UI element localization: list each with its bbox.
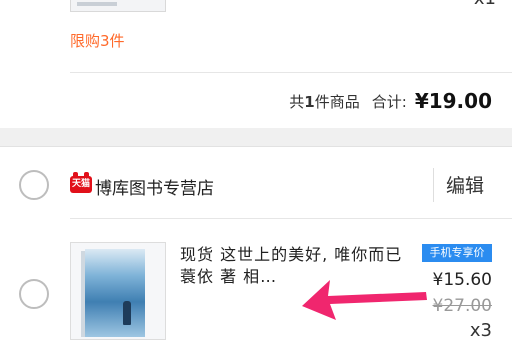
shop-name-link[interactable]: 博库图书专营店 (95, 174, 214, 199)
divider (70, 218, 512, 219)
total-price: ¥19.00 (414, 89, 492, 113)
item-count: 共1件商品 (289, 92, 360, 111)
section-gap (0, 128, 512, 146)
pointer-arrow-icon (302, 280, 427, 320)
divider (0, 146, 512, 147)
divider (70, 72, 512, 73)
purchase-limit-label: 限购3件 (70, 32, 125, 50)
item-select-radio[interactable] (19, 279, 49, 309)
product-image[interactable] (70, 242, 166, 340)
original-price: ¥27.00 (432, 296, 492, 316)
edit-button[interactable]: 编辑 (446, 171, 484, 198)
previous-product-image[interactable] (70, 0, 166, 12)
shop-select-radio[interactable] (19, 170, 49, 200)
mobile-exclusive-badge: 手机专享价 (422, 244, 492, 262)
product-quantity: x3 (469, 320, 492, 341)
previous-quantity: x1 (474, 0, 496, 9)
edit-separator (433, 168, 434, 202)
product-price: ¥15.60 (432, 270, 492, 290)
total-label: 合计: (371, 92, 407, 111)
tmall-icon: 天猫 (70, 172, 92, 193)
order-summary: 共1件商品 合计: ¥19.00 (289, 86, 492, 116)
